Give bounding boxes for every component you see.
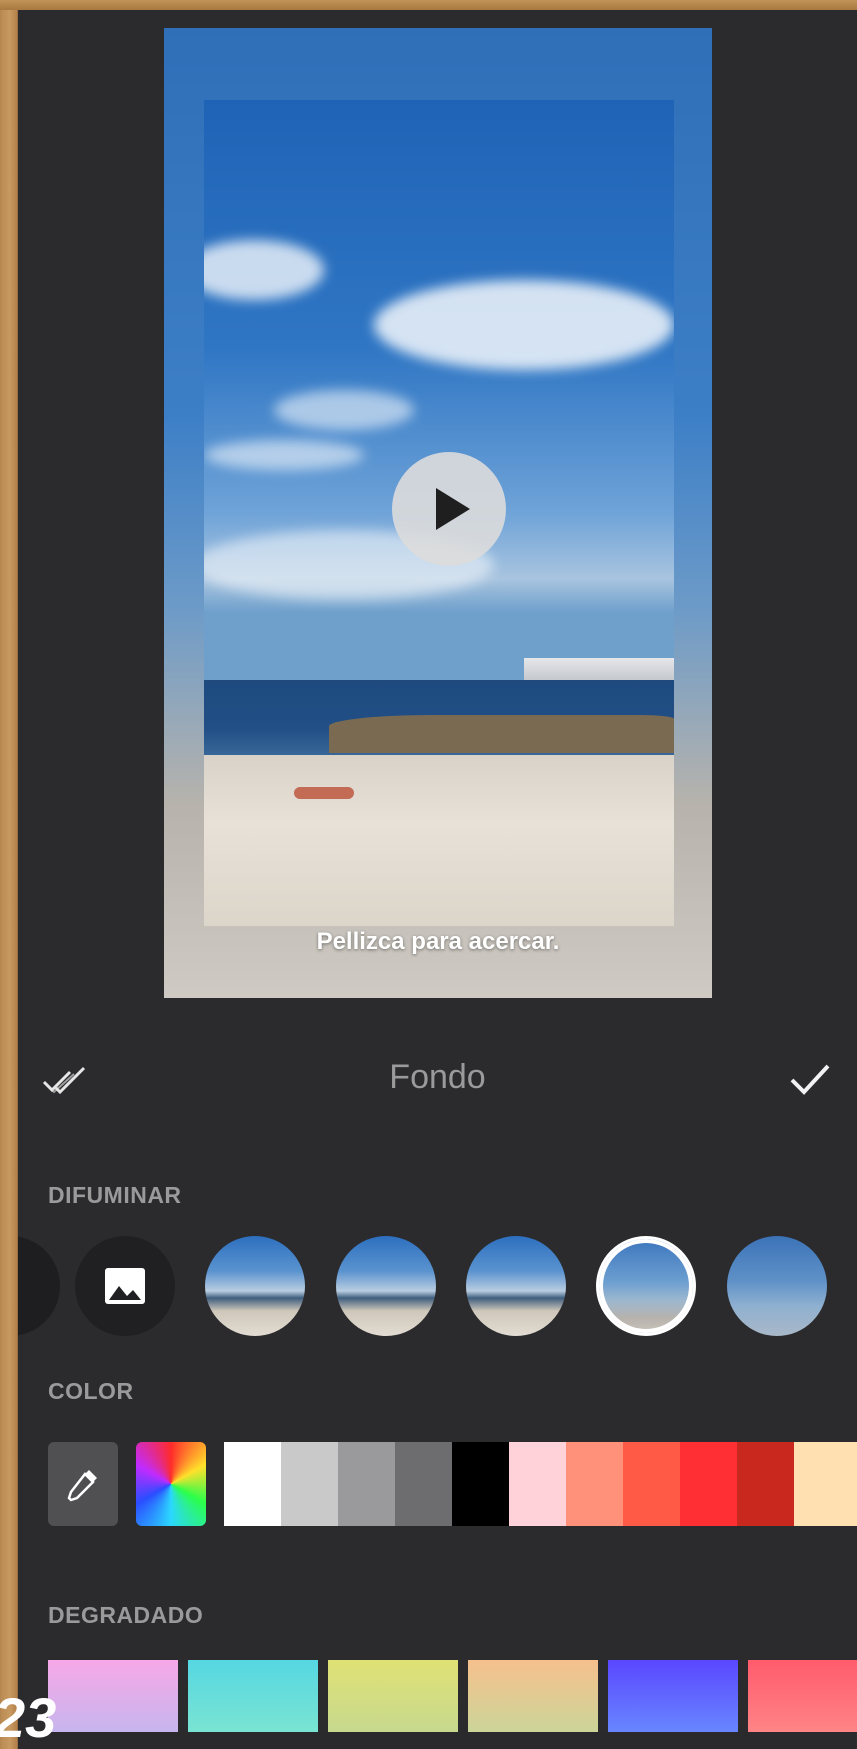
blur-option-none[interactable] bbox=[18, 1236, 60, 1336]
background-editor: Pellizca para acercar. Fondo DIFUMINAR C… bbox=[18, 10, 857, 1732]
gradient-section-label: DEGRADADO bbox=[48, 1602, 204, 1628]
color-options bbox=[18, 1442, 857, 1528]
gradient-options bbox=[18, 1660, 857, 1732]
color-swatch[interactable] bbox=[794, 1442, 857, 1526]
gradient-swatch[interactable] bbox=[188, 1660, 318, 1732]
color-swatch[interactable] bbox=[281, 1442, 338, 1526]
rocks bbox=[329, 715, 674, 753]
confirm-button[interactable] bbox=[786, 1058, 836, 1102]
color-swatch[interactable] bbox=[338, 1442, 395, 1526]
color-swatch[interactable] bbox=[737, 1442, 794, 1526]
corner-overlay-number: 23 bbox=[0, 1686, 57, 1749]
image-icon bbox=[105, 1268, 145, 1304]
blur-section-label: DIFUMINAR bbox=[48, 1182, 182, 1208]
eyedropper-button[interactable] bbox=[48, 1442, 118, 1526]
blur-option-1[interactable] bbox=[205, 1236, 305, 1336]
pinch-hint: Pellizca para acercar. bbox=[316, 928, 560, 955]
color-wheel-button[interactable] bbox=[136, 1442, 206, 1526]
blur-option-3[interactable] bbox=[466, 1236, 566, 1336]
color-swatch[interactable] bbox=[566, 1442, 623, 1526]
blur-option-image[interactable] bbox=[75, 1236, 175, 1336]
play-button[interactable] bbox=[392, 452, 506, 566]
beach-sand bbox=[204, 755, 674, 926]
sunbather bbox=[294, 787, 354, 799]
color-swatch[interactable] bbox=[680, 1442, 737, 1526]
video-preview[interactable]: Pellizca para acercar. bbox=[164, 28, 712, 998]
color-section-label: COLOR bbox=[48, 1378, 134, 1404]
gradient-swatch[interactable] bbox=[328, 1660, 458, 1732]
color-swatch[interactable] bbox=[395, 1442, 452, 1526]
color-swatch[interactable] bbox=[509, 1442, 566, 1526]
color-swatch[interactable] bbox=[452, 1442, 509, 1526]
gradient-swatch[interactable] bbox=[468, 1660, 598, 1732]
gradient-swatch[interactable] bbox=[608, 1660, 738, 1732]
check-icon bbox=[790, 1064, 830, 1095]
toolbar: Fondo bbox=[18, 1042, 857, 1122]
color-swatch[interactable] bbox=[224, 1442, 281, 1526]
blur-option-5[interactable] bbox=[727, 1236, 827, 1336]
gradient-swatch[interactable] bbox=[748, 1660, 857, 1732]
color-swatch[interactable] bbox=[623, 1442, 680, 1526]
play-icon bbox=[436, 488, 470, 530]
blur-option-2[interactable] bbox=[336, 1236, 436, 1336]
toolbar-title: Fondo bbox=[389, 1058, 486, 1096]
eyedropper-icon bbox=[67, 1470, 97, 1502]
wood-frame-top bbox=[0, 0, 857, 10]
blur-option-4-selected[interactable] bbox=[596, 1236, 696, 1336]
blur-options bbox=[18, 1228, 857, 1338]
